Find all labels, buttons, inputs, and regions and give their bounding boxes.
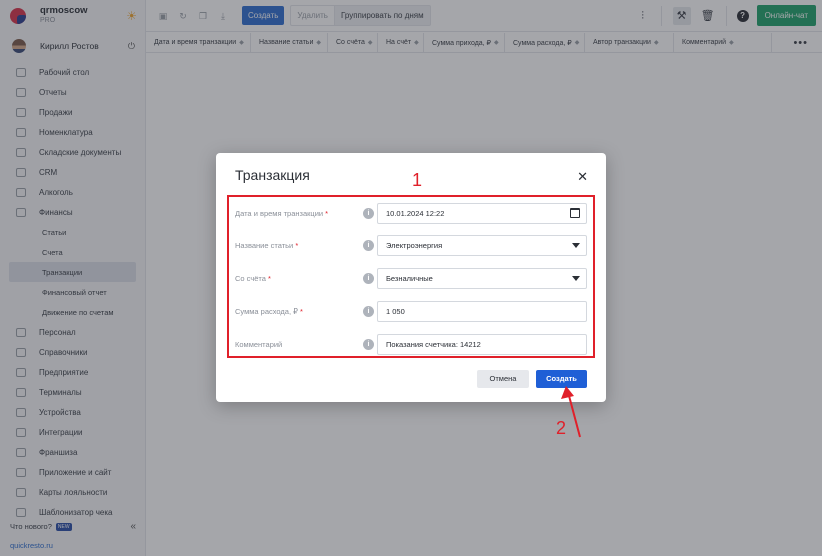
info-icon[interactable]: i [363,305,374,317]
article-select[interactable]: Электроэнергия [377,234,587,256]
expense-amount-field[interactable]: 1 050 [377,300,587,322]
info-icon[interactable]: i [363,239,374,251]
datetime-field[interactable]: 10.01.2024 12:22 [377,202,587,224]
chevron-down-icon [572,275,580,281]
info-icon[interactable]: i [363,338,374,350]
highlight-box: Дата и время транзакции * i 10.01.2024 1… [227,195,595,358]
form-row-comment: Комментарий i Показания счетчика: 14212 [235,333,587,355]
close-icon[interactable]: ✕ [577,169,588,185]
form-row-article: Название статьи * i Электроэнергия [235,234,587,256]
info-icon[interactable]: i [363,272,374,284]
chevron-down-icon [572,242,580,248]
annotation-arrow [561,386,581,438]
comment-field[interactable]: Показания счетчика: 14212 [377,333,587,355]
annotation-number-1: 1 [412,170,423,190]
dialog-title: Транзакция [235,167,310,183]
info-icon[interactable]: i [363,207,374,219]
transaction-dialog: Транзакция ✕ Дата и время транзакции * i… [216,153,606,402]
form-row-datetime: Дата и время транзакции * i 10.01.2024 1… [235,202,587,224]
cancel-button[interactable]: Отмена [477,370,529,388]
from-account-select[interactable]: Безналичные [377,267,587,289]
calendar-icon[interactable] [570,208,580,218]
form-row-from-account: Со счёта * i Безналичные [235,267,587,289]
arrow-head [561,386,574,399]
form-row-expense-amount: Сумма расхода, ₽ * i 1 050 [235,300,587,322]
arrow-shaft [567,391,581,438]
